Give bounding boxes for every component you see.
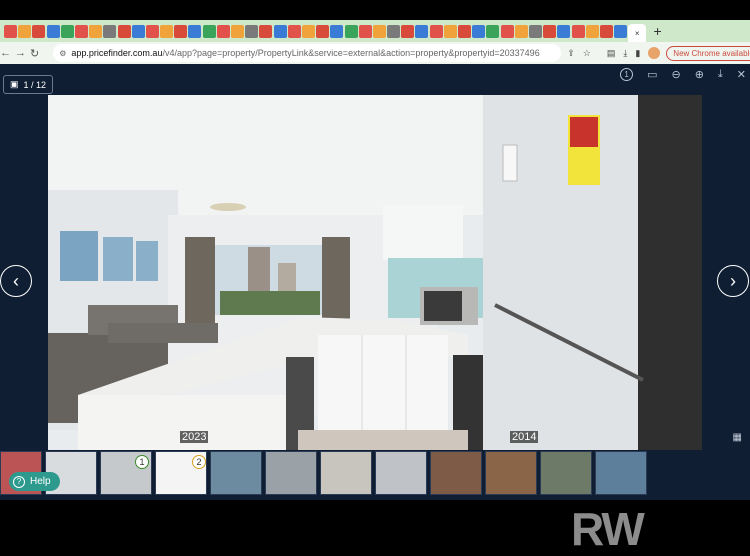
browser-tab[interactable] bbox=[614, 24, 628, 38]
browser-tab[interactable] bbox=[4, 24, 17, 38]
grid-view-icon[interactable]: ▦ bbox=[733, 432, 742, 443]
back-button[interactable]: ← bbox=[0, 47, 11, 59]
floorplan-icon[interactable]: ▭ bbox=[647, 68, 657, 81]
browser-tab[interactable] bbox=[287, 24, 301, 38]
forward-button[interactable]: → bbox=[15, 47, 26, 59]
browser-tab[interactable] bbox=[528, 24, 542, 38]
browser-tab[interactable] bbox=[599, 24, 613, 38]
profile-avatar[interactable] bbox=[648, 47, 661, 59]
browser-tab[interactable] bbox=[500, 24, 514, 38]
side-panel-icon[interactable]: ▮ bbox=[635, 48, 640, 59]
thumbnail-strip: 1 2 bbox=[0, 451, 750, 500]
share-icon[interactable]: ⇪ bbox=[567, 48, 575, 59]
browser-tab[interactable] bbox=[245, 24, 259, 38]
thumbnail-badge: 2 bbox=[192, 455, 206, 469]
top-strip bbox=[0, 0, 750, 20]
browser-tab[interactable] bbox=[372, 24, 386, 38]
photo-counter: ▣ 1 / 12 bbox=[3, 75, 54, 94]
year-label-2023: 2023 bbox=[180, 431, 209, 443]
thumbnail[interactable] bbox=[210, 451, 262, 495]
browser-tab[interactable] bbox=[145, 24, 159, 38]
browser-tab[interactable] bbox=[174, 24, 188, 38]
browser-tab[interactable] bbox=[358, 24, 372, 38]
download-icon[interactable]: ⤓ bbox=[623, 48, 627, 59]
url-field[interactable]: ⚙ app.pricefinder.com.au/v4/app?page=pro… bbox=[53, 44, 562, 62]
watermark-logo: RW bbox=[571, 503, 645, 555]
browser-tab[interactable] bbox=[401, 24, 415, 38]
help-label: Help bbox=[30, 476, 51, 487]
extension-icon[interactable]: ▤ bbox=[607, 48, 616, 59]
browser-tab[interactable] bbox=[514, 24, 528, 38]
browser-tab[interactable] bbox=[301, 24, 315, 38]
browser-tab[interactable] bbox=[486, 24, 500, 38]
url-path: /v4/app?page=property/PropertyLink&servi… bbox=[162, 48, 540, 58]
browser-tab[interactable] bbox=[273, 24, 287, 38]
browser-tab[interactable] bbox=[557, 24, 571, 38]
reload-button[interactable]: ↻ bbox=[30, 47, 39, 60]
viewer-toolbar: 1 ▭ ⊖ ⊕ ⤓ ✕ bbox=[620, 68, 746, 81]
question-icon: ? bbox=[13, 475, 25, 488]
year-label-2014: 2014 bbox=[510, 431, 539, 443]
browser-tab[interactable] bbox=[188, 24, 202, 38]
thumbnail[interactable] bbox=[430, 451, 482, 495]
thumbnail[interactable] bbox=[595, 451, 647, 495]
browser-tab[interactable] bbox=[231, 24, 244, 38]
browser-tab[interactable] bbox=[18, 24, 32, 38]
browser-tab[interactable] bbox=[89, 24, 103, 38]
browser-tab[interactable] bbox=[202, 24, 216, 38]
thumbnail[interactable]: 2 bbox=[155, 451, 207, 495]
address-bar: ← → ↻ ⚙ app.pricefinder.com.au/v4/app?pa… bbox=[0, 42, 750, 64]
browser-tab[interactable] bbox=[543, 24, 557, 38]
thumbnail[interactable] bbox=[485, 451, 537, 495]
close-viewer-icon[interactable]: ✕ bbox=[737, 68, 746, 81]
thumbnail-badge: 1 bbox=[135, 455, 149, 469]
camera-icon: ▣ bbox=[10, 79, 19, 89]
browser-tab[interactable] bbox=[458, 24, 471, 38]
photo-counter-text: 1 / 12 bbox=[23, 79, 47, 90]
new-tab-button[interactable]: + bbox=[653, 23, 661, 39]
browser-tab[interactable] bbox=[571, 24, 585, 38]
thumbnail[interactable] bbox=[540, 451, 592, 495]
browser-tab[interactable] bbox=[443, 24, 457, 38]
url-domain: app.pricefinder.com.au bbox=[71, 48, 163, 58]
browser-tab[interactable] bbox=[103, 24, 117, 38]
browser-tab[interactable] bbox=[415, 24, 429, 38]
browser-tab[interactable] bbox=[344, 24, 358, 38]
thumbnail[interactable]: 1 bbox=[100, 451, 152, 495]
browser-tab[interactable] bbox=[46, 24, 60, 38]
browser-tab[interactable] bbox=[216, 24, 230, 38]
site-info-icon[interactable]: ⚙ bbox=[59, 49, 66, 58]
browser-tab[interactable] bbox=[259, 24, 273, 38]
browser-tab[interactable] bbox=[429, 24, 443, 38]
active-tab-close-icon[interactable]: × bbox=[628, 24, 647, 42]
zoom-out-icon[interactable]: ⊖ bbox=[671, 68, 680, 81]
browser-tab[interactable] bbox=[316, 24, 330, 38]
new-chrome-button[interactable]: New Chrome available bbox=[666, 45, 750, 61]
tab-bar: × + bbox=[0, 20, 750, 42]
next-photo-button[interactable]: › bbox=[717, 265, 749, 297]
browser-tab[interactable] bbox=[472, 24, 486, 38]
browser-tab[interactable] bbox=[60, 24, 74, 38]
zoom-in-icon[interactable]: ⊕ bbox=[695, 68, 704, 81]
info-icon[interactable]: 1 bbox=[620, 68, 634, 81]
browser-tab[interactable] bbox=[330, 24, 344, 38]
previous-photo-button[interactable]: ‹ bbox=[0, 265, 32, 297]
browser-tab[interactable] bbox=[387, 24, 401, 38]
browser-tab[interactable] bbox=[32, 24, 46, 38]
thumbnail[interactable] bbox=[375, 451, 427, 495]
browser-tab[interactable] bbox=[585, 24, 599, 38]
bookmark-star-icon[interactable]: ☆ bbox=[583, 48, 591, 59]
photo-viewer: ▣ 1 / 12 1 ▭ ⊖ ⊕ ⤓ ✕ 2023 2014 ‹ › ▦ 1 2… bbox=[0, 64, 750, 555]
thumbnail[interactable] bbox=[320, 451, 372, 495]
browser-tab[interactable] bbox=[131, 24, 145, 38]
kitchen-living-photo bbox=[48, 95, 702, 450]
thumbnail[interactable] bbox=[265, 451, 317, 495]
browser-tab[interactable] bbox=[160, 24, 174, 38]
help-button[interactable]: ? Help bbox=[9, 472, 60, 491]
download-photo-icon[interactable]: ⤓ bbox=[718, 68, 723, 81]
browser-tab[interactable] bbox=[74, 24, 88, 38]
main-photo: 2023 2014 bbox=[48, 95, 702, 450]
browser-tab[interactable] bbox=[117, 24, 131, 38]
